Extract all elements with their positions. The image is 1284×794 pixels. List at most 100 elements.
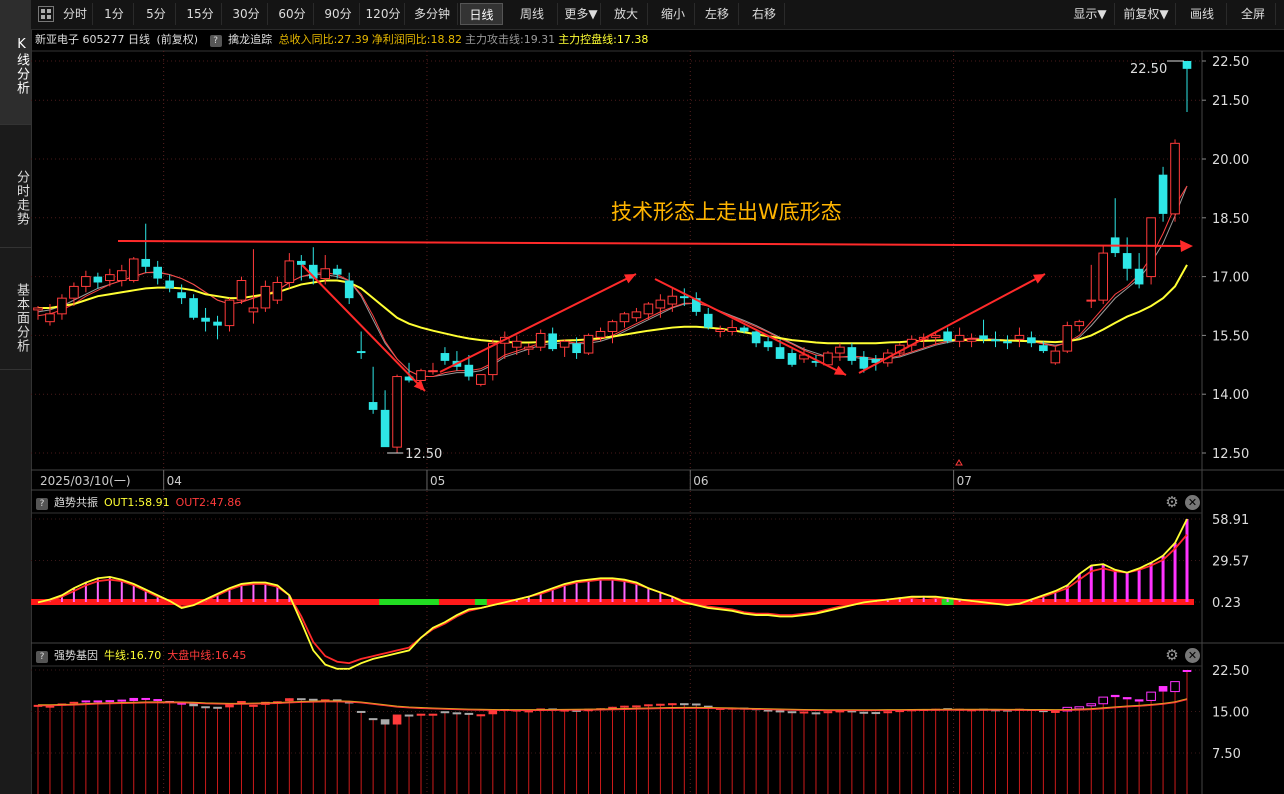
candle-body-up [643, 303, 654, 315]
candle-body-up [667, 295, 678, 305]
month-label: 04 [167, 474, 182, 488]
panel2-candle [356, 710, 366, 713]
panel2-candle [129, 697, 139, 701]
panel2-candle [81, 700, 91, 703]
candle-body-up [583, 334, 594, 354]
candle-body-up [428, 370, 438, 373]
panel2-candle [404, 714, 414, 717]
candle-body-down [440, 353, 450, 361]
candle-body-down [1182, 61, 1192, 69]
candle-body-up [105, 274, 115, 282]
panel2-header: ? 强势基因 牛线:16.70 大盘中线:16.45 [31, 647, 246, 665]
candle-body-down [380, 409, 390, 448]
panel1-help-icon[interactable]: ? [36, 498, 48, 510]
price-tick-label: 14.00 [1212, 388, 1249, 403]
month-label: 07 [957, 474, 972, 488]
panel2-candle [1134, 699, 1144, 702]
panel2-close-icon[interactable]: ✕ [1185, 648, 1200, 663]
candle-body-up [954, 334, 965, 342]
candle-body-up [116, 270, 127, 282]
candle-body-down [1027, 337, 1036, 344]
candle-body-up [1074, 321, 1085, 327]
candle-body-down [1122, 253, 1132, 269]
date-label: 2025/03/10(一) [40, 474, 131, 488]
panel2-settings-icon[interactable]: ⚙ [1164, 647, 1180, 663]
candle-body-up [272, 281, 283, 301]
event-triangle-marker [955, 459, 963, 466]
panel2-candle [883, 711, 893, 714]
panel2-candle [1122, 697, 1132, 700]
candle-body-up [1062, 325, 1073, 352]
panel2-help-icon[interactable]: ? [36, 651, 48, 663]
panel2-candle [368, 718, 378, 721]
candle-body-up [619, 313, 630, 323]
candle-body-up [511, 340, 522, 348]
panel2-candle [1110, 694, 1120, 698]
candle-body-up [835, 346, 845, 354]
panel2-market-mid: 大盘中线:16.45 [167, 649, 247, 662]
candle-body-up [655, 299, 666, 309]
high-price-label: 22.50 [1130, 62, 1167, 77]
candle-body-down [177, 292, 186, 299]
candle-body-up [1170, 142, 1180, 215]
panel2-candle [105, 700, 115, 703]
candle-body-down [213, 321, 222, 326]
panel2-candle [452, 712, 462, 715]
candle-body-down [153, 266, 162, 279]
panel2-bull-line: 牛线:16.70 [104, 649, 162, 662]
panel2-candle [691, 703, 701, 706]
panel2-candle [1146, 691, 1156, 701]
resistance-line [117, 240, 1185, 247]
panel2-tick-label: 15.00 [1212, 706, 1249, 721]
candle-body-down [751, 331, 761, 344]
candle-body-down [344, 280, 354, 299]
candle-body-down [1134, 268, 1144, 285]
candle-body-down [859, 356, 869, 369]
candle-body-up [1086, 299, 1097, 302]
panel2-candle [775, 710, 785, 713]
candle-body-down [368, 402, 378, 410]
panel2-candle [153, 699, 162, 702]
panel2-candle [440, 711, 450, 714]
panel2-candle [823, 711, 833, 714]
panel2-tick-label: 22.50 [1212, 664, 1249, 679]
panel2-candle [69, 701, 79, 704]
panel2-candle [871, 712, 881, 715]
candle-body-down [991, 339, 1000, 342]
candle-body-down [979, 335, 988, 340]
panel2-candle [285, 698, 294, 702]
candle-body-down [464, 364, 474, 377]
panel1-close-icon[interactable]: ✕ [1185, 495, 1200, 510]
panel2-candle [380, 719, 390, 725]
panel2-candle [668, 703, 677, 706]
panel1-out1: OUT1:58.91 [104, 496, 170, 509]
candle-body-up [607, 321, 618, 332]
candle-body-up [727, 327, 737, 332]
panel2-candle [308, 698, 318, 701]
candle-body-up [715, 329, 726, 332]
panel2-candle [416, 713, 426, 716]
panel2-tick-label: 7.50 [1212, 747, 1241, 762]
panel1-settings-icon[interactable]: ⚙ [1164, 494, 1180, 510]
candle-body-down [847, 347, 857, 361]
candle-body-up [260, 285, 271, 309]
candle-body-down [165, 280, 174, 289]
panel1-baseline-green [474, 599, 487, 605]
panel2-name: 强势基因 [54, 649, 98, 662]
panel2-candle [1098, 696, 1109, 705]
panel1-header: ? 趋势共振 OUT1:58.91 OUT2:47.86 [31, 494, 241, 512]
w-trend-arrow [439, 273, 637, 373]
panel1-tick-label: 29.57 [1212, 555, 1249, 570]
candle-body-up [33, 307, 43, 311]
candle-body-down [356, 351, 366, 354]
candle-body-down [189, 298, 198, 318]
panel2-candle [249, 704, 258, 707]
panel1-tick-label: 58.91 [1212, 513, 1249, 528]
candle-body-up [320, 268, 331, 280]
price-tick-label: 21.50 [1212, 94, 1249, 109]
candle-body-down [548, 333, 557, 350]
panel2-candle [656, 703, 665, 706]
panel1-baseline-green [379, 599, 439, 605]
panel2-candle [392, 714, 402, 725]
panel2-candle [632, 705, 641, 708]
